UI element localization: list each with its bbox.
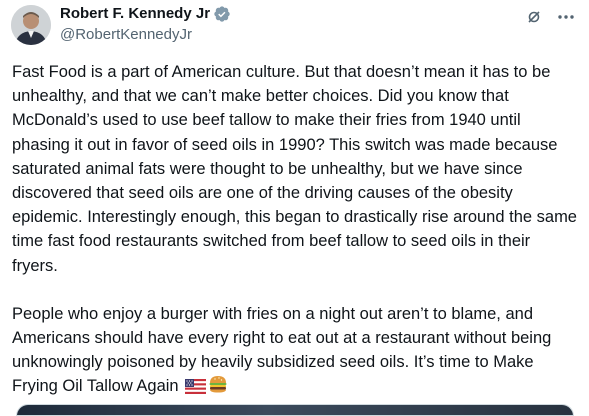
tweet-paragraph-text: People who enjoy a burger with fries on … (12, 304, 552, 396)
author-handle[interactable]: @RobertKennedyJr (60, 25, 231, 45)
post-actions (523, 6, 577, 28)
verified-badge-icon (213, 5, 231, 23)
tweet-paragraph: People who enjoy a burger with fries on … (12, 302, 580, 402)
name-row: Robert F. Kennedy Jr (60, 4, 231, 24)
more-options-icon[interactable] (555, 6, 577, 28)
author-name[interactable]: Robert F. Kennedy Jr (60, 4, 210, 24)
tweet: Robert F. Kennedy Jr @RobertKennedyJr Fa… (0, 0, 589, 416)
us-flag-emoji (185, 377, 207, 401)
avatar[interactable] (11, 5, 51, 45)
tweet-paragraph: Fast Food is a part of American culture.… (12, 63, 577, 275)
tweet-text: Fast Food is a part of American culture.… (12, 60, 580, 402)
hamburger-emoji (208, 374, 228, 401)
author-block: Robert F. Kennedy Jr @RobertKennedyJr (60, 4, 231, 45)
grok-icon[interactable] (523, 6, 545, 28)
attached-media[interactable] (16, 404, 574, 416)
